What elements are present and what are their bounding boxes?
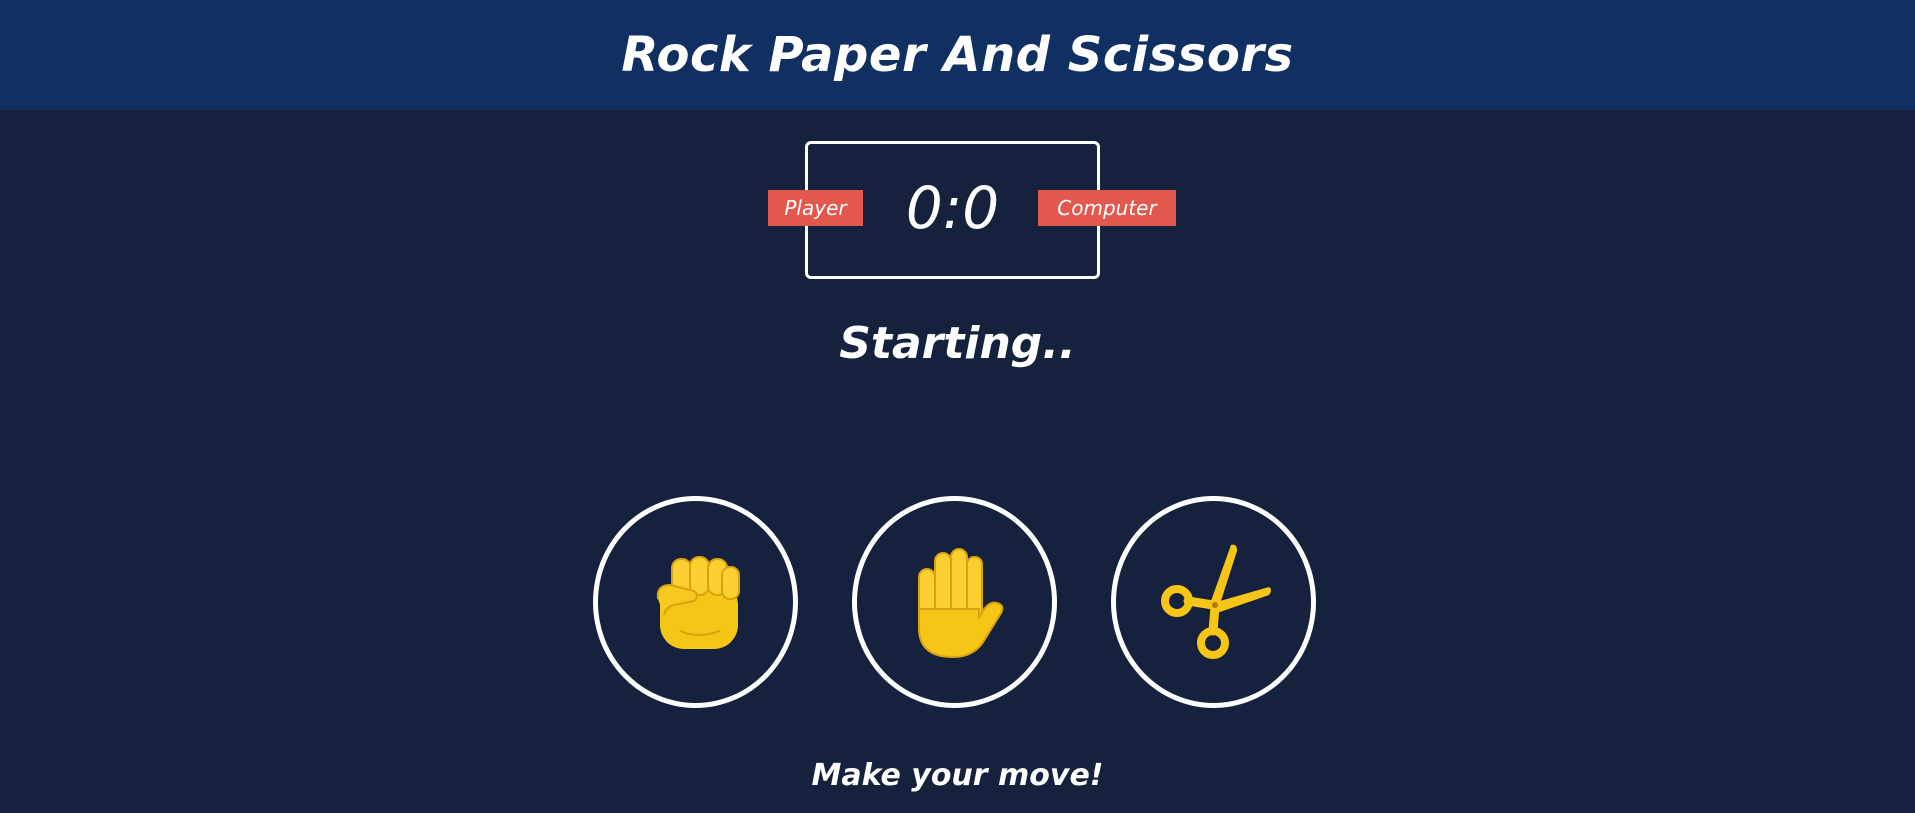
page-title: Rock Paper And Scissors (621, 27, 1294, 83)
status-message: Starting.. (839, 318, 1076, 369)
scissors-icon (1155, 543, 1273, 661)
player-badge: Player (768, 190, 863, 226)
rock-button[interactable] (593, 496, 798, 708)
fist-icon (650, 551, 742, 653)
raised-hand-icon (903, 543, 1007, 661)
move-prompt: Make your move! (811, 758, 1104, 793)
paper-button[interactable] (852, 496, 1057, 708)
page-header: Rock Paper And Scissors (0, 0, 1915, 110)
scissors-button[interactable] (1111, 496, 1316, 708)
computer-badge: Computer (1038, 190, 1176, 226)
